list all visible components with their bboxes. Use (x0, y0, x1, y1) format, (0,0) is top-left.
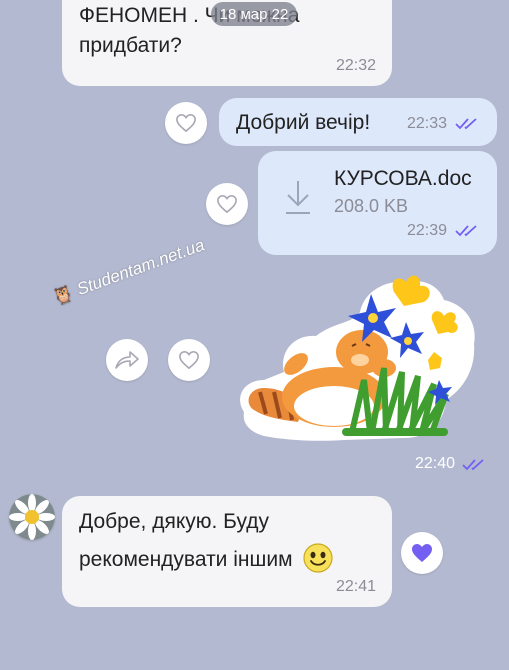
forward-button[interactable] (106, 339, 148, 381)
download-icon[interactable] (282, 177, 314, 217)
double-check-icon (455, 118, 477, 130)
forward-arrow-icon (115, 351, 139, 369)
message-time: 22:32 (335, 57, 376, 74)
like-button[interactable] (168, 339, 210, 381)
date-indicator: 18 мар 22 (211, 2, 297, 26)
incoming-message[interactable]: Добре, дякую. Буду рекомендувати іншим 2… (62, 496, 392, 607)
heart-outline-icon (176, 113, 196, 133)
message-time: 22:33 (407, 115, 448, 132)
cat-with-flowers-sticker[interactable] (234, 272, 482, 444)
outgoing-message[interactable]: Добрий вечір! 22:33 (219, 98, 497, 146)
file-name: КУРСОВА.doc (334, 167, 472, 190)
file-size: 208.0 KB (334, 196, 409, 216)
message-text-line1: Добре, дякую. Буду (79, 510, 270, 533)
avatar[interactable] (9, 494, 55, 540)
like-button[interactable] (165, 102, 207, 144)
heart-filled-icon (412, 544, 432, 562)
file-message[interactable]: КУРСОВА.doc 208.0 KB 22:39 (258, 151, 497, 255)
double-check-icon (462, 459, 484, 471)
daisy-flower-icon (9, 494, 55, 540)
message-time: 22:39 (407, 222, 448, 239)
liked-button[interactable] (401, 532, 443, 574)
message-time: 22:41 (335, 578, 376, 595)
message-text-line2: рекомендувати іншим (79, 542, 334, 575)
heart-outline-icon (217, 194, 237, 214)
like-button[interactable] (206, 183, 248, 225)
heart-outline-icon (179, 350, 199, 370)
double-check-icon (455, 225, 477, 237)
sticker-time: 22:40 (415, 455, 456, 472)
smiley-emoji (303, 543, 333, 573)
watermark-text: 🦉 Studentam.net.ua (50, 235, 207, 308)
message-text: Добрий вечір! (236, 111, 371, 134)
message-text-line2: придбати? (79, 34, 182, 57)
